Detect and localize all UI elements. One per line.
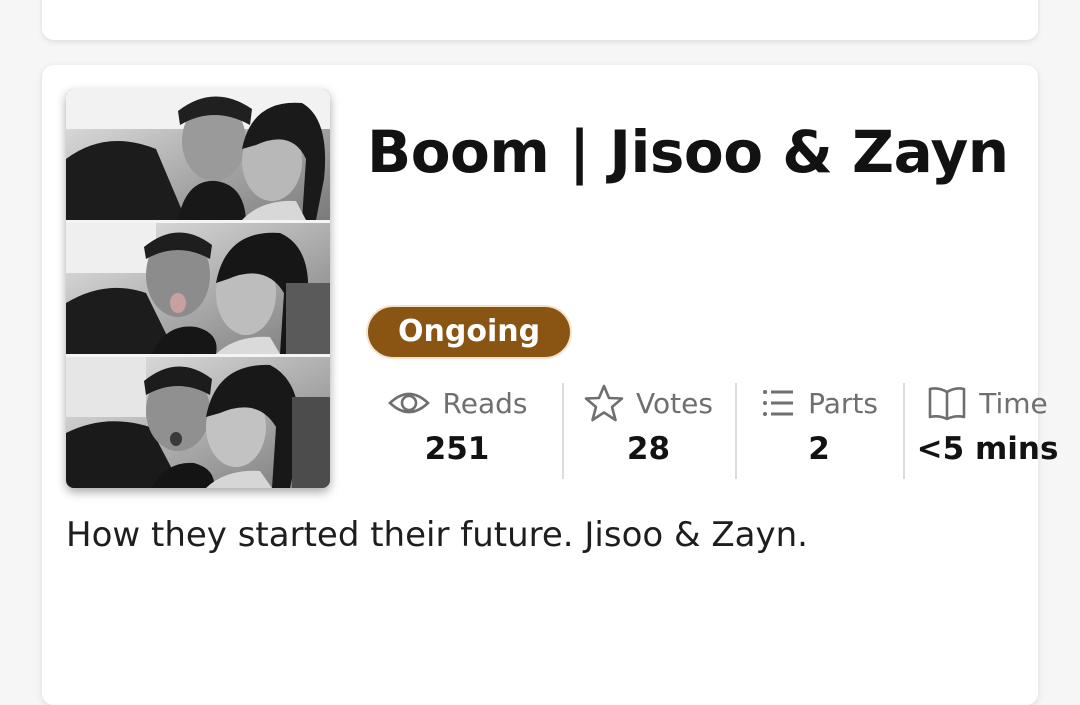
previous-card: [42, 0, 1038, 40]
stat-reads-label: Reads: [442, 386, 528, 420]
stat-reads-value: 251: [424, 431, 490, 467]
stat-parts: Parts 2: [735, 383, 903, 479]
list-icon: [763, 390, 794, 416]
stat-time: Time <5 mins: [903, 383, 1058, 479]
stat-votes: Votes 28: [562, 383, 735, 479]
story-title: Boom | Jisoo & Zayn: [367, 118, 1009, 186]
stat-parts-label: Parts: [808, 386, 878, 420]
stat-reads: Reads 251: [352, 383, 562, 479]
story-cover-image[interactable]: [66, 89, 330, 488]
eye-icon: [387, 392, 430, 414]
stat-time-value: <5 mins: [916, 431, 1059, 467]
stat-votes-label: Votes: [636, 386, 713, 420]
stat-votes-value: 28: [626, 431, 671, 467]
story-stats: Reads 251 Votes 28 Parts 2 Time <5 mins: [352, 383, 1058, 479]
cover-photo-strip: [66, 89, 330, 488]
stat-time-label: Time: [979, 386, 1048, 420]
story-card: Boom | Jisoo & Zayn Ongoing Reads 251 Vo…: [42, 65, 1058, 705]
stat-parts-value: 2: [808, 431, 830, 467]
book-icon: [928, 387, 966, 421]
status-badge: Ongoing: [368, 307, 571, 357]
story-description: How they started their future. Jisoo & Z…: [66, 515, 808, 555]
star-icon: [584, 384, 624, 422]
